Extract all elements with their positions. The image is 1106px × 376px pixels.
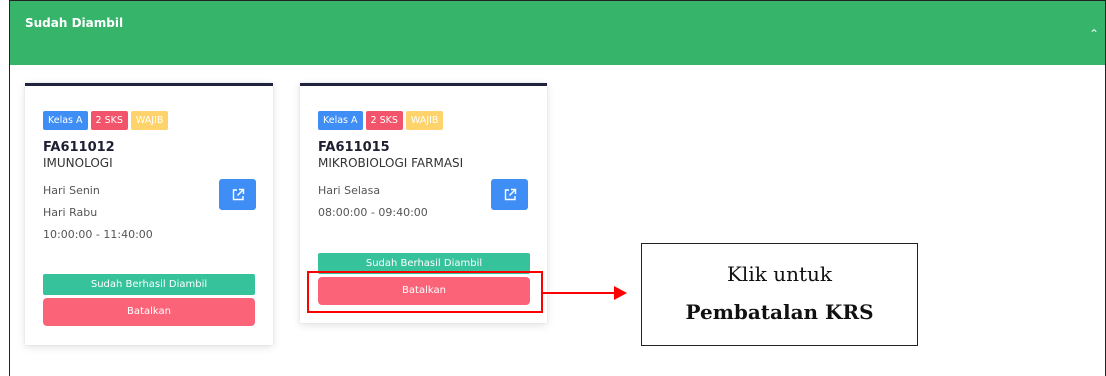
cancel-highlight-box [307,271,543,313]
annotation-arrow-line [543,292,615,294]
course-name: MIKROBIOLOGI FARMASI [318,156,464,170]
card-top-bar [300,83,547,86]
cancel-button[interactable]: Batalkan [43,298,255,326]
class-badge: Kelas A [318,111,363,130]
schedule-time: 08:00:00 - 09:40:00 [318,206,428,219]
badge-group: Kelas A 2 SKS WAJIB [43,111,169,130]
credits-badge: 2 SKS [365,111,403,130]
required-badge: WAJIB [405,111,444,130]
external-link-icon [504,188,516,200]
annotation-callout: Klik untuk Pembatalan KRS [641,243,918,346]
callout-line-2: Pembatalan KRS [685,300,874,324]
panel-title: Sudah Diambil [25,16,124,30]
open-detail-button[interactable] [219,179,256,210]
callout-line-1: Klik untuk [726,262,832,286]
course-code: FA611012 [43,140,115,155]
badge-group: Kelas A 2 SKS WAJIB [318,111,444,130]
credits-badge: 2 SKS [90,111,128,130]
arrow-right-icon [614,286,627,300]
open-detail-button[interactable] [491,179,528,210]
course-code: FA611015 [318,140,390,155]
class-badge: Kelas A [43,111,88,130]
required-badge: WAJIB [130,111,169,130]
card-top-bar [25,83,273,86]
chevron-up-icon[interactable]: ⌃ [1089,27,1099,41]
schedule-day: Hari Rabu [43,206,98,219]
taken-status-button[interactable]: Sudah Berhasil Diambil [43,274,255,295]
schedule-day: Hari Selasa [318,184,381,197]
schedule-time: 10:00:00 - 11:40:00 [43,228,153,241]
course-name: IMUNOLOGI [43,156,113,170]
panel-header[interactable]: Sudah Diambil ⌃ [10,1,1105,65]
schedule-day: Hari Senin [43,184,100,197]
external-link-icon [232,188,244,200]
course-card-imunologi: Kelas A 2 SKS WAJIB FA611012 IMUNOLOGI H… [25,83,273,345]
